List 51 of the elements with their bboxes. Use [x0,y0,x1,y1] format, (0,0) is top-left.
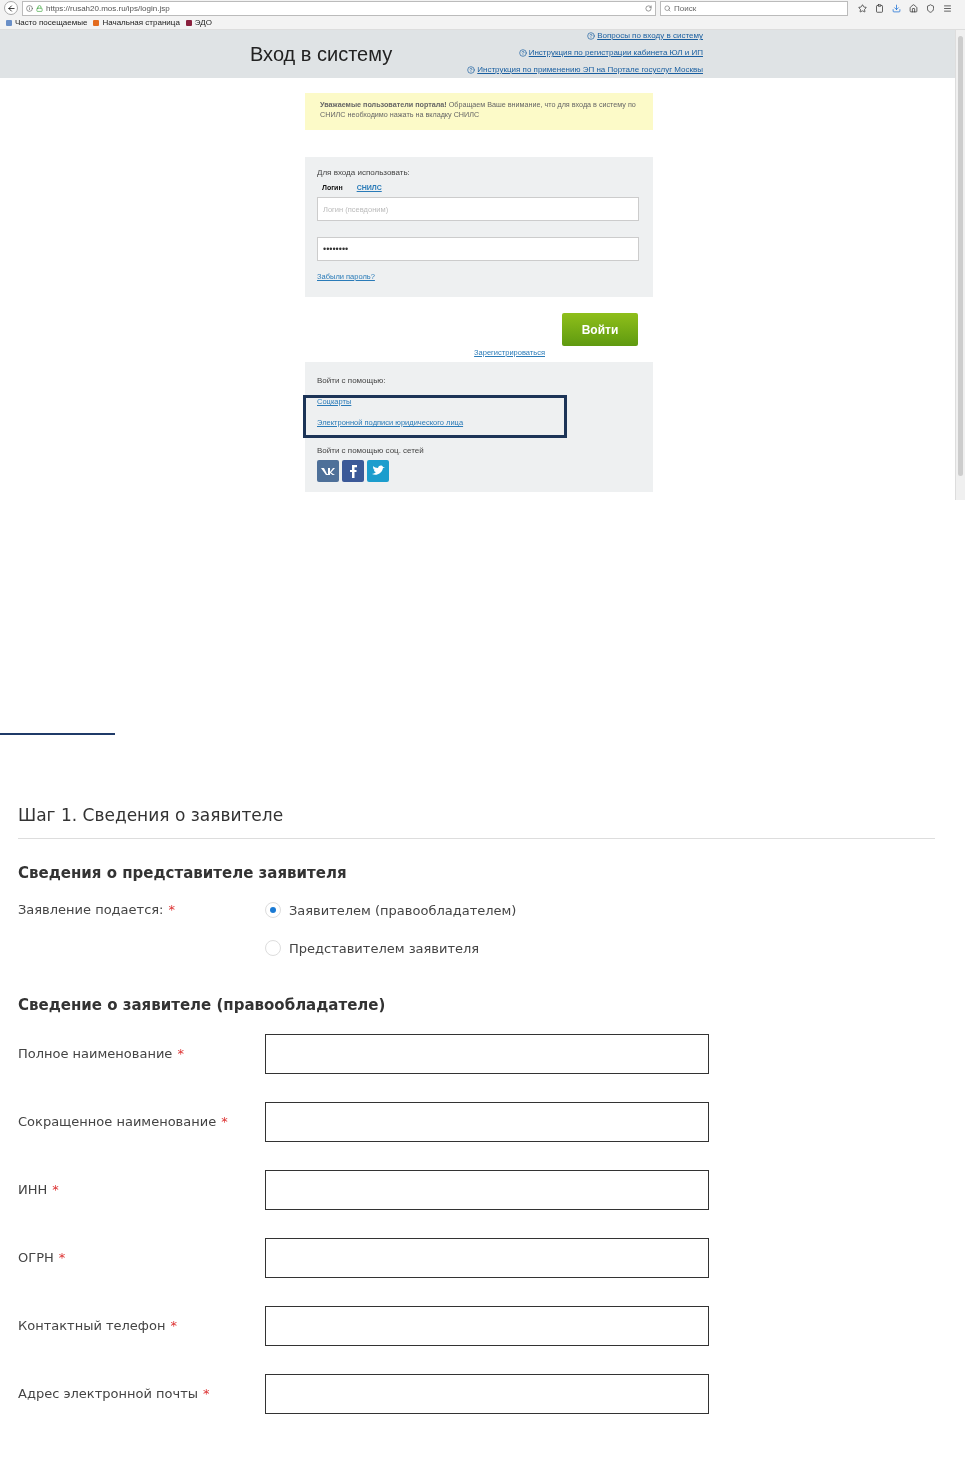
page-title: Вход в систему [250,42,393,66]
lock-icon [36,4,43,12]
radio-button[interactable] [265,902,281,918]
field-label: Контактный телефон * [18,1317,178,1333]
star-icon[interactable] [858,3,867,13]
radio-option[interactable]: Заявителем (правообладателем) [265,902,517,918]
alt-login-caption: Войти с помощью: [317,376,387,385]
field-label: Заявление подается: * [18,902,176,917]
text-field[interactable] [265,1170,709,1210]
field-label: Сокращенное наименование * [18,1113,229,1129]
text-field[interactable] [265,1238,709,1278]
bookmark-link[interactable]: Часто посещаемые [6,18,88,27]
info-icon [26,4,33,12]
facebook-icon[interactable] [342,460,364,482]
question-icon [467,65,476,74]
social-caption: Войти с помощью соц. сетей [317,446,425,455]
text-field[interactable] [265,1374,709,1414]
password-field[interactable]: •••••••• [317,237,639,261]
address-field[interactable]: https://rusah20.mos.ru/ips/login.jsp [22,0,656,16]
help-link-text[interactable]: Инструкция по регистрации кабинета ЮЛ и ИП [528,47,703,58]
step-title: Шаг 1. Сведения о заявителе [18,805,935,839]
text-field[interactable] [265,1306,709,1346]
home-icon[interactable] [909,3,918,13]
field-label: ИНН * [18,1181,60,1197]
bird-icon[interactable] [367,460,389,482]
back-button[interactable] [4,1,18,15]
field-label: ОГРН * [18,1249,67,1265]
download-icon[interactable] [892,3,901,13]
shield-icon[interactable] [926,3,935,13]
section-heading: Сведения о представителе заявителя [18,864,348,882]
section-heading: Сведение о заявителе (правообладателе) [18,996,387,1014]
text-field[interactable] [265,1034,709,1074]
clipboard-icon[interactable] [875,3,884,13]
search-field[interactable]: Поиск [660,0,848,16]
question-icon [587,31,596,40]
bookmark-link[interactable]: ЭДО [185,18,212,27]
field-label: Полное наименование * [18,1045,185,1061]
back-arrow-icon [6,3,16,13]
scrollbar[interactable] [955,30,965,500]
radio-button[interactable] [265,940,281,956]
help-link-text[interactable]: Вопросы по входу в систему [597,30,703,41]
help-link-text[interactable]: Инструкция по применению ЭП на Портале госуслуг Москвы [477,64,703,75]
vk-icon[interactable] [317,460,339,482]
bookmark-link[interactable]: Начальная страница [93,18,180,27]
menu-icon[interactable] [943,3,952,13]
search-icon [664,4,671,12]
question-icon [518,48,527,57]
field-label: Адрес электронной почты * [18,1385,211,1401]
login-caption: Для входа использовать: [317,168,411,177]
text-field[interactable] [265,1102,709,1142]
radio-option[interactable]: Представителем заявителя [265,940,517,956]
